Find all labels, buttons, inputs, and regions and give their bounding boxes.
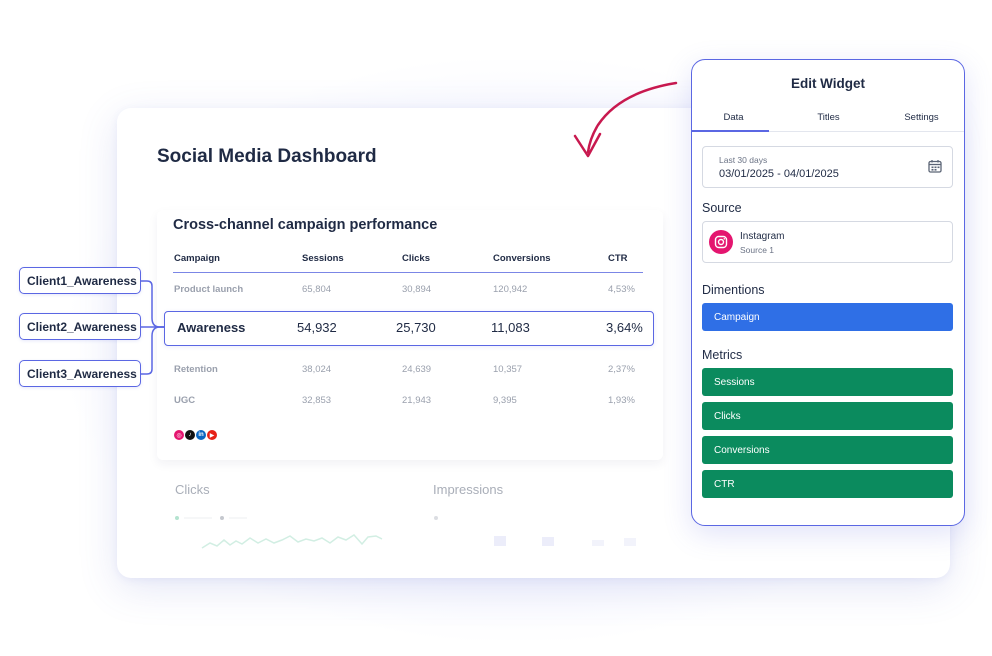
dimension-campaign[interactable]: Campaign xyxy=(702,303,953,331)
metrics-heading: Metrics xyxy=(702,348,743,362)
tab-titles[interactable]: Titles xyxy=(787,112,870,123)
source-selector[interactable]: Instagram Source 1 xyxy=(702,221,953,263)
metric-clicks[interactable]: Clicks xyxy=(702,402,953,430)
metric-ctr[interactable]: CTR xyxy=(702,470,953,498)
edit-widget-panel: Edit Widget Data Titles Settings Last 30… xyxy=(691,59,965,526)
instagram-icon xyxy=(709,230,733,254)
client1-tag[interactable]: Client1_Awareness xyxy=(19,267,141,294)
tab-data[interactable]: Data xyxy=(692,112,775,123)
date-range-value: 03/01/2025 - 04/01/2025 xyxy=(719,168,839,180)
calendar-icon[interactable] xyxy=(928,159,942,173)
source-sub: Source 1 xyxy=(740,245,775,255)
client3-tag[interactable]: Client3_Awareness xyxy=(19,360,141,387)
panel-title: Edit Widget xyxy=(790,76,866,91)
dimensions-heading: Dimentions xyxy=(702,283,765,297)
source-heading: Source xyxy=(702,201,742,215)
date-range-picker[interactable]: Last 30 days 03/01/2025 - 04/01/2025 xyxy=(702,146,953,188)
active-tab-indicator xyxy=(692,130,769,132)
client2-tag[interactable]: Client2_Awareness xyxy=(19,313,141,340)
date-preset-label: Last 30 days xyxy=(719,155,768,165)
metric-sessions[interactable]: Sessions xyxy=(702,368,953,396)
tab-settings[interactable]: Settings xyxy=(880,112,963,123)
metric-conversions[interactable]: Conversions xyxy=(702,436,953,464)
source-name: Instagram xyxy=(740,231,785,242)
